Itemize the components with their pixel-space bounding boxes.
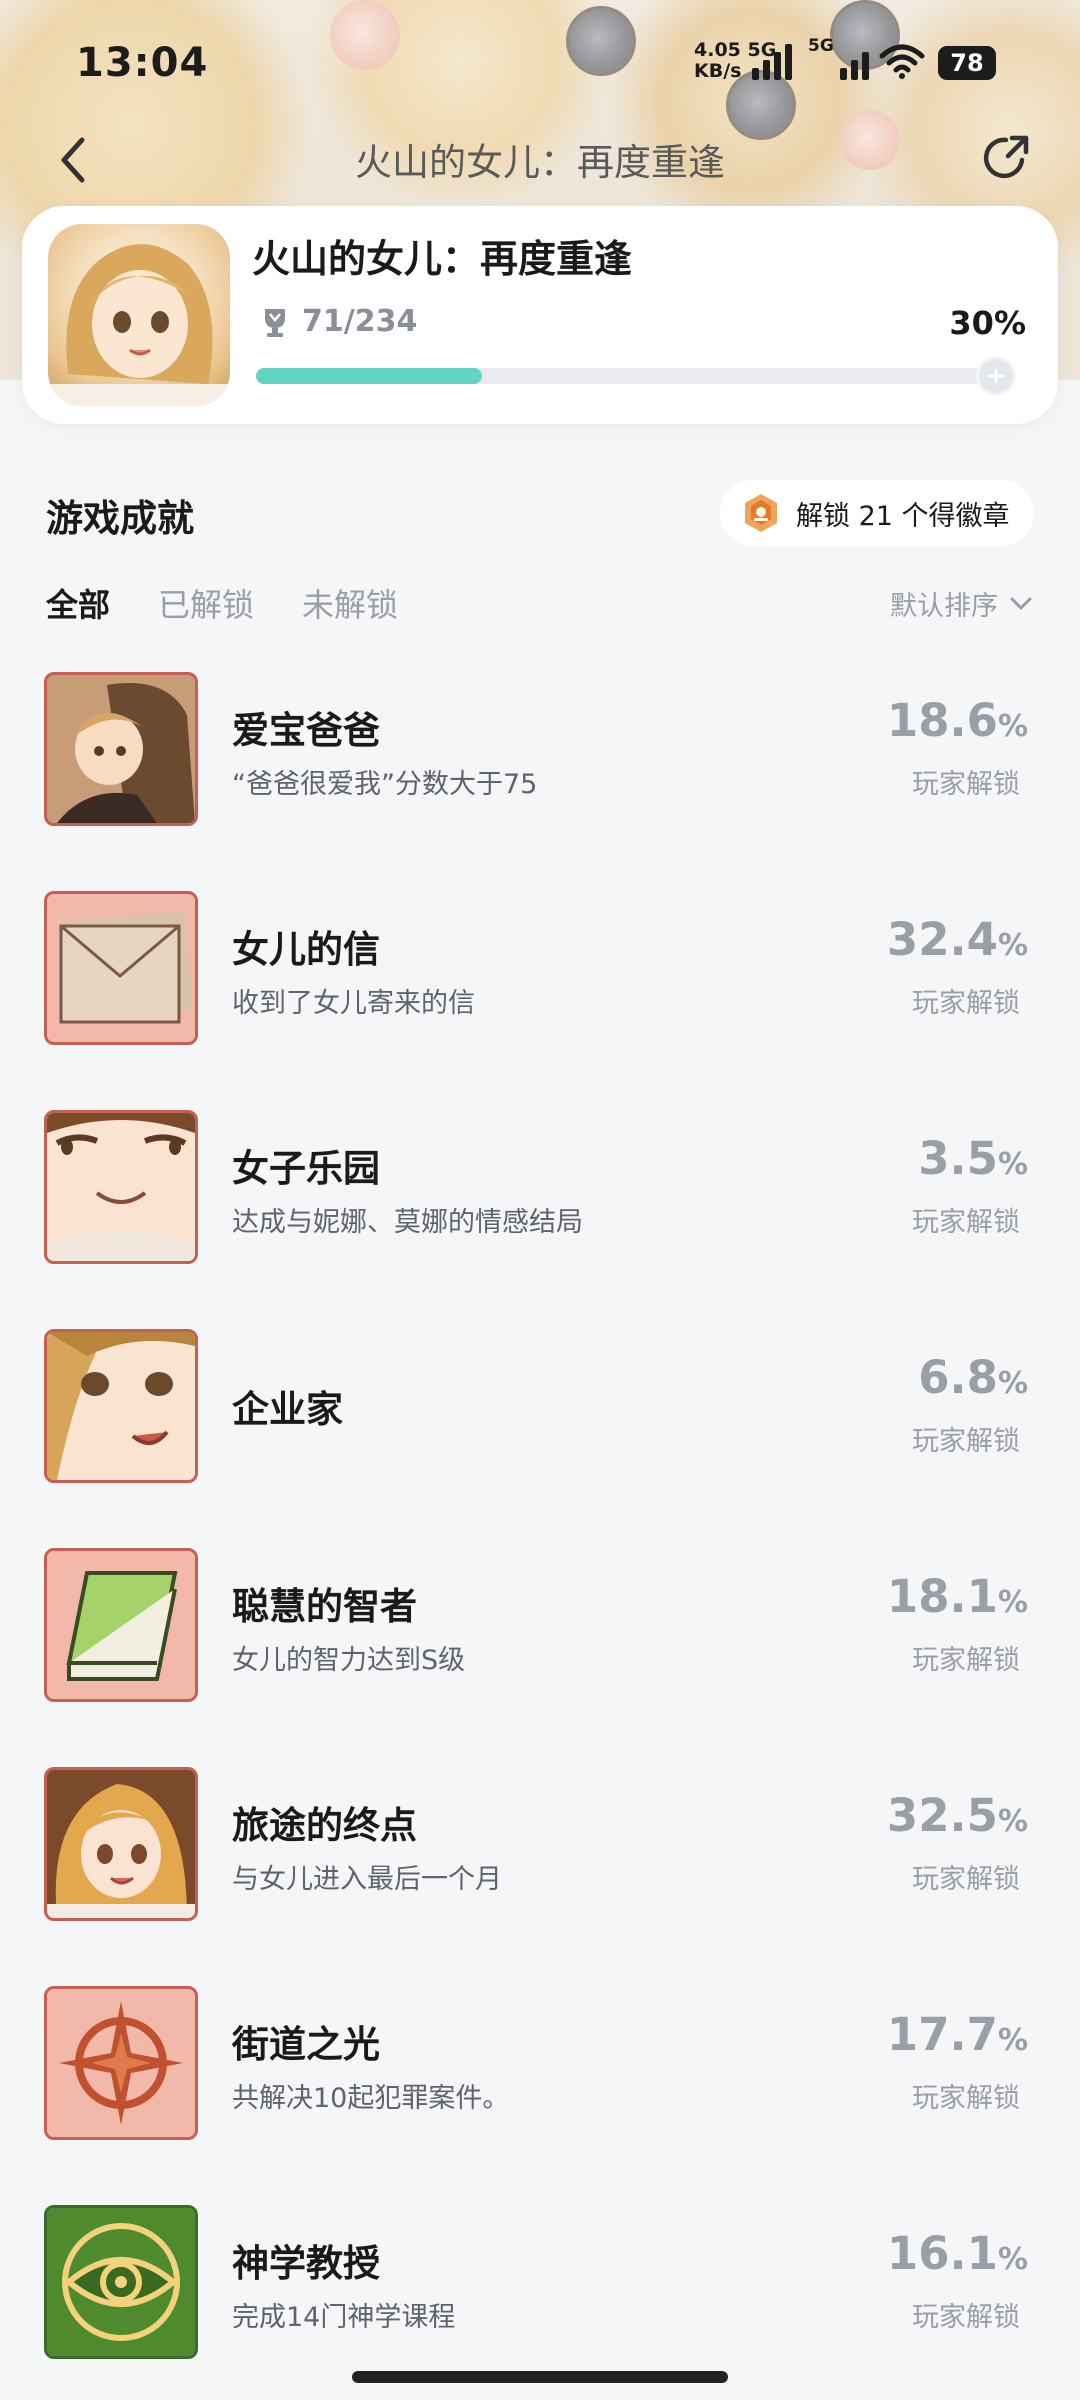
- tab-locked[interactable]: 未解锁: [302, 580, 398, 626]
- unlock-label: 玩家解锁: [912, 2083, 1020, 2114]
- achievement-title: 女子乐园: [232, 1147, 380, 1190]
- completion-percent: 30%: [949, 304, 1026, 342]
- unlock-label: 玩家解锁: [912, 1426, 1020, 1457]
- unlock-percent: 17.7%: [886, 2008, 1028, 2061]
- signal-sim1-icon: [752, 36, 792, 80]
- progress-fill: [256, 368, 482, 384]
- achievement-row[interactable]: 神学教授 完成14门神学课程 16.1% 玩家解锁: [0, 2205, 1080, 2385]
- achievement-desc: 收到了女儿寄来的信: [232, 988, 475, 1019]
- badge-reward-button[interactable]: 解锁 21 个得徽章: [720, 480, 1034, 546]
- achievement-row[interactable]: 街道之光 共解决10起犯罪案件。 17.7% 玩家解锁: [0, 1986, 1080, 2166]
- achievement-title: 女儿的信: [232, 928, 380, 971]
- tab-all[interactable]: 全部: [46, 580, 110, 626]
- compass-star-icon: [44, 1986, 198, 2140]
- unlock-percent: 18.6%: [886, 694, 1028, 747]
- tab-unlocked[interactable]: 已解锁: [158, 580, 254, 626]
- unlock-percent: 18.1%: [886, 1570, 1028, 1623]
- achievement-row[interactable]: 女儿的信 收到了女儿寄来的信 32.4% 玩家解锁: [0, 891, 1080, 1071]
- smiling-face-icon: [44, 1110, 198, 1264]
- achievement-desc: 共解决10起犯罪案件。: [232, 2083, 510, 2114]
- girl-portrait-icon: [44, 1767, 198, 1921]
- achievement-row[interactable]: 旅途的终点 与女儿进入最后一个月 32.5% 玩家解锁: [0, 1767, 1080, 1947]
- achievement-desc: 与女儿进入最后一个月: [232, 1864, 502, 1895]
- game-name: 火山的女儿：再度重逢: [252, 237, 633, 281]
- unlock-percent: 6.8%: [918, 1351, 1028, 1404]
- sort-label: 默认排序: [890, 591, 998, 622]
- sort-dropdown[interactable]: 默认排序: [890, 584, 1032, 623]
- achievement-row[interactable]: 女子乐园 达成与妮娜、莫娜的情感结局 3.5% 玩家解锁: [0, 1110, 1080, 1290]
- unlock-label: 玩家解锁: [912, 1207, 1020, 1238]
- unlock-label: 玩家解锁: [912, 1645, 1020, 1676]
- unlock-label: 玩家解锁: [912, 2302, 1020, 2333]
- achievement-row[interactable]: 企业家 6.8% 玩家解锁: [0, 1329, 1080, 1509]
- achievement-desc: 完成14门神学课程: [232, 2302, 456, 2333]
- completion-progress-bar: [256, 356, 1016, 396]
- achievement-desc: 达成与妮娜、莫娜的情感结局: [232, 1207, 583, 1238]
- unlock-label: 玩家解锁: [912, 988, 1020, 1019]
- progress-end-icon: [976, 356, 1016, 396]
- signal-sim2-icon: 5G: [808, 36, 869, 80]
- green-book-icon: [44, 1548, 198, 1702]
- unlock-percent: 3.5%: [918, 1132, 1028, 1185]
- badge-reward-text: 解锁 21 个得徽章: [796, 500, 1010, 532]
- achievement-row[interactable]: 聪慧的智者 女儿的智力达到S级 18.1% 玩家解锁: [0, 1548, 1080, 1728]
- achievement-title: 爱宝爸爸: [232, 709, 380, 752]
- unlock-percent: 32.5%: [886, 1789, 1028, 1842]
- game-summary-card[interactable]: 火山的女儿：再度重逢 71/234 30%: [22, 206, 1058, 424]
- unlock-label: 玩家解锁: [912, 1864, 1020, 1895]
- trophy-icon: [265, 309, 285, 337]
- game-cover-image: [48, 224, 230, 406]
- achievement-row[interactable]: 爱宝爸爸 “爸爸很爱我”分数大于75 18.6% 玩家解锁: [0, 672, 1080, 852]
- achievement-title: 企业家: [232, 1388, 343, 1431]
- unlock-percent: 16.1%: [886, 2227, 1028, 2280]
- status-time: 13:04: [76, 40, 209, 86]
- home-indicator[interactable]: [352, 2371, 728, 2383]
- status-bar: 13:04 4.05 5G KB/s 5G 78: [0, 0, 1080, 130]
- achievement-count: 71/234: [302, 304, 418, 339]
- badge-icon: [745, 494, 777, 532]
- share-button[interactable]: [976, 128, 1036, 188]
- wifi-icon: [879, 44, 925, 79]
- unlock-label: 玩家解锁: [912, 769, 1020, 800]
- share-icon: [983, 135, 1029, 179]
- filter-tabs: 全部 已解锁 未解锁: [46, 580, 398, 626]
- unlock-percent: 32.4%: [886, 913, 1028, 966]
- achievement-title: 旅途的终点: [232, 1804, 417, 1847]
- achievement-title: 聪慧的智者: [232, 1585, 417, 1628]
- girl-face-icon: [44, 1329, 198, 1483]
- page-title: 火山的女儿：再度重逢: [355, 141, 725, 184]
- achievement-title: 街道之光: [232, 2023, 380, 2066]
- eye-symbol-icon: [44, 2205, 198, 2359]
- section-title: 游戏成就: [46, 497, 194, 540]
- envelope-icon: [44, 891, 198, 1045]
- battery-indicator: 78: [938, 46, 996, 80]
- achievement-title: 神学教授: [232, 2242, 380, 2285]
- achievement-desc: 女儿的智力达到S级: [232, 1645, 466, 1676]
- chevron-down-icon: [1010, 597, 1032, 609]
- achievement-desc: “爸爸很爱我”分数大于75: [232, 769, 538, 800]
- father-holding-daughter-icon: [44, 672, 198, 826]
